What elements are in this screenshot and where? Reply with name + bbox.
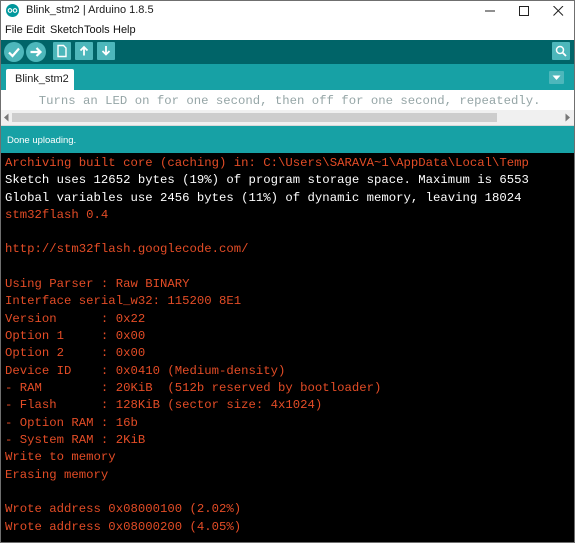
console-line: Option 1 : 0x00 — [5, 329, 146, 343]
console-line: http://stm32flash.googlecode.com/ — [5, 242, 249, 256]
console-line: Archiving built core (caching) in: C:\Us… — [5, 156, 529, 170]
console-line: Sketch uses 12652 bytes (19%) of program… — [5, 173, 529, 187]
menu-help[interactable]: Help — [113, 24, 136, 36]
toolbar — [1, 40, 574, 64]
menu-tools[interactable]: Tools — [84, 24, 110, 36]
status-message: Done uploading. — [7, 135, 77, 146]
status-bar: Done uploading. — [1, 126, 574, 153]
tab-dropdown-icon — [552, 75, 561, 80]
menu-bar: File Edit Sketch Tools Help — [1, 20, 574, 40]
editor-horizontal-scrollbar[interactable] — [1, 110, 574, 125]
menu-sketch[interactable]: Sketch — [50, 24, 84, 36]
console-line: Erasing memory — [5, 468, 109, 482]
console-line: Device ID : 0x0410 (Medium-density) — [5, 364, 286, 378]
tab-bar: Blink_stm2 — [1, 64, 574, 90]
console-line: - Flash : 128KiB (sector size: 4x1024) — [5, 398, 323, 412]
tab-menu-button[interactable] — [549, 71, 564, 84]
new-icon — [57, 44, 67, 58]
upload-button[interactable] — [26, 42, 46, 62]
editor-comment-line: Turns an LED on for one second, then off… — [24, 94, 541, 108]
scroll-right-icon[interactable] — [564, 113, 571, 122]
maximize-icon — [519, 6, 529, 16]
scrollbar-thumb[interactable] — [12, 113, 497, 122]
arduino-ide-window: Blink_stm2 | Arduino 1.8.5 File Edit Ske… — [0, 0, 575, 543]
console-line: Wrote address 0x08000100 (2.02%) — [5, 502, 242, 516]
serial-monitor-icon — [555, 45, 567, 57]
save-icon — [101, 46, 111, 56]
minimize-button[interactable] — [473, 1, 507, 20]
console-line: Global variables use 2456 bytes (11%) of… — [5, 191, 522, 205]
serial-monitor-button[interactable] — [552, 42, 570, 60]
console-line: Using Parser : Raw BINARY — [5, 277, 190, 291]
menu-edit[interactable]: Edit — [26, 24, 45, 36]
console-line: Interface serial_w32: 115200 8E1 — [5, 294, 242, 308]
tab-label: Blink_stm2 — [15, 73, 69, 85]
upload-icon — [30, 47, 43, 57]
save-sketch-button[interactable] — [97, 42, 115, 60]
console-line: - Option RAM : 16b — [5, 416, 138, 430]
tab-blink-stm2[interactable]: Blink_stm2 — [6, 69, 74, 90]
open-icon — [79, 45, 89, 56]
minimize-icon — [485, 10, 495, 12]
console-line: Option 2 : 0x00 — [5, 346, 146, 360]
verify-icon — [8, 47, 20, 58]
console-line: Version : 0x22 — [5, 312, 146, 326]
console-line: - System RAM : 2KiB — [5, 433, 146, 447]
console-line: - RAM : 20KiB (512b reserved by bootload… — [5, 381, 382, 395]
console-line: Write to memory — [5, 450, 116, 464]
close-button[interactable] — [541, 1, 574, 20]
console-line: stm32flash 0.4 — [5, 208, 109, 222]
scroll-left-icon[interactable] — [3, 113, 10, 122]
menu-file[interactable]: File — [5, 24, 23, 36]
close-icon — [553, 6, 564, 16]
new-sketch-button[interactable] — [53, 42, 71, 60]
console-line: Wrote address 0x08000200 (4.05%) — [5, 520, 242, 534]
open-sketch-button[interactable] — [75, 42, 93, 60]
maximize-button[interactable] — [507, 1, 541, 20]
window-title: Blink_stm2 | Arduino 1.8.5 — [26, 4, 154, 16]
arduino-logo-icon — [6, 4, 19, 17]
title-bar: Blink_stm2 | Arduino 1.8.5 — [1, 1, 574, 20]
console-output[interactable]: Archiving built core (caching) in: C:\Us… — [1, 153, 574, 542]
verify-button[interactable] — [4, 42, 24, 62]
